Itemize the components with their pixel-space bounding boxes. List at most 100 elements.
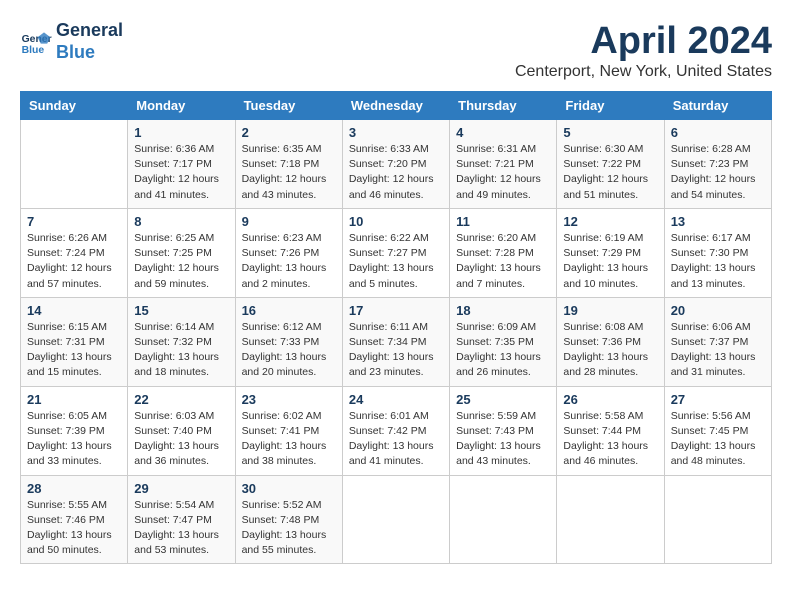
- calendar-week-row: 14 Sunrise: 6:15 AMSunset: 7:31 PMDayligh…: [21, 297, 772, 386]
- calendar-cell: 7Sunrise: 6:26 AMSunset: 7:24 PMDaylight…: [21, 208, 128, 297]
- day-info: Sunrise: 6:08 AMSunset: 7:36 PMDaylight:…: [563, 320, 657, 381]
- calendar-cell: 15 Sunrise: 6:14 AMSunset: 7:32 PMDayligh…: [128, 297, 235, 386]
- day-number: 15: [134, 303, 228, 318]
- day-info: Sunrise: 6:03 AMSunset: 7:40 PMDaylight:…: [134, 409, 228, 470]
- calendar-cell: 21 Sunrise: 6:05 AMSunset: 7:39 PMDayligh…: [21, 386, 128, 475]
- day-number: 3: [349, 125, 443, 140]
- svg-text:Blue: Blue: [22, 45, 45, 56]
- calendar-cell: 2 Sunrise: 6:35 AMSunset: 7:18 PMDaylight…: [235, 120, 342, 209]
- day-info: Sunrise: 6:11 AMSunset: 7:34 PMDaylight:…: [349, 320, 443, 381]
- day-number: 22: [134, 392, 228, 407]
- calendar-cell: 27Sunrise: 5:56 AMSunset: 7:45 PMDayligh…: [664, 386, 771, 475]
- day-number: 8: [134, 214, 228, 229]
- day-number: 1: [134, 125, 228, 140]
- header: General Blue General Blue April 2024 Cen…: [20, 20, 772, 81]
- weekday-header: Wednesday: [342, 92, 449, 120]
- day-number: 14: [27, 303, 121, 318]
- calendar-cell: 4Sunrise: 6:31 AMSunset: 7:21 PMDaylight…: [450, 120, 557, 209]
- calendar-cell: 11 Sunrise: 6:20 AMSunset: 7:28 PMDayligh…: [450, 208, 557, 297]
- day-info: Sunrise: 5:55 AMSunset: 7:46 PMDaylight:…: [27, 498, 121, 559]
- weekday-header: Friday: [557, 92, 664, 120]
- calendar-cell: 25 Sunrise: 5:59 AMSunset: 7:43 PMDayligh…: [450, 386, 557, 475]
- day-info: Sunrise: 6:01 AMSunset: 7:42 PMDaylight:…: [349, 409, 443, 470]
- day-info: Sunrise: 6:25 AMSunset: 7:25 PMDaylight:…: [134, 231, 228, 292]
- day-info: Sunrise: 6:35 AMSunset: 7:18 PMDaylight:…: [242, 142, 336, 203]
- weekday-header: Sunday: [21, 92, 128, 120]
- calendar-week-row: 28 Sunrise: 5:55 AMSunset: 7:46 PMDayligh…: [21, 475, 772, 564]
- day-number: 27: [671, 392, 765, 407]
- title-block: April 2024 Centerport, New York, United …: [515, 20, 772, 81]
- logo: General Blue General Blue: [20, 20, 123, 63]
- calendar-cell: 28 Sunrise: 5:55 AMSunset: 7:46 PMDayligh…: [21, 475, 128, 564]
- day-info: Sunrise: 6:09 AMSunset: 7:35 PMDaylight:…: [456, 320, 550, 381]
- calendar-cell: 23Sunrise: 6:02 AMSunset: 7:41 PMDayligh…: [235, 386, 342, 475]
- day-number: 20: [671, 303, 765, 318]
- calendar-cell: 14 Sunrise: 6:15 AMSunset: 7:31 PMDayligh…: [21, 297, 128, 386]
- logo-text: General Blue: [56, 20, 123, 63]
- location-title: Centerport, New York, United States: [515, 63, 772, 81]
- month-title: April 2024: [515, 20, 772, 63]
- calendar-cell: 5Sunrise: 6:30 AMSunset: 7:22 PMDaylight…: [557, 120, 664, 209]
- day-info: Sunrise: 6:14 AMSunset: 7:32 PMDaylight:…: [134, 320, 228, 381]
- weekday-header: Saturday: [664, 92, 771, 120]
- day-number: 29: [134, 481, 228, 496]
- day-info: Sunrise: 5:58 AMSunset: 7:44 PMDaylight:…: [563, 409, 657, 470]
- day-info: Sunrise: 5:52 AMSunset: 7:48 PMDaylight:…: [242, 498, 336, 559]
- weekday-header: Tuesday: [235, 92, 342, 120]
- day-info: Sunrise: 6:33 AMSunset: 7:20 PMDaylight:…: [349, 142, 443, 203]
- day-info: Sunrise: 5:54 AMSunset: 7:47 PMDaylight:…: [134, 498, 228, 559]
- day-number: 18: [456, 303, 550, 318]
- day-number: 5: [563, 125, 657, 140]
- day-info: Sunrise: 6:26 AMSunset: 7:24 PMDaylight:…: [27, 231, 121, 292]
- calendar-cell: 1 Sunrise: 6:36 AMSunset: 7:17 PMDaylight…: [128, 120, 235, 209]
- day-number: 16: [242, 303, 336, 318]
- day-number: 13: [671, 214, 765, 229]
- calendar-cell: 20Sunrise: 6:06 AMSunset: 7:37 PMDayligh…: [664, 297, 771, 386]
- day-info: Sunrise: 6:22 AMSunset: 7:27 PMDaylight:…: [349, 231, 443, 292]
- day-number: 12: [563, 214, 657, 229]
- day-info: Sunrise: 6:15 AMSunset: 7:31 PMDaylight:…: [27, 320, 121, 381]
- logo-icon: General Blue: [20, 26, 52, 58]
- calendar-table: SundayMondayTuesdayWednesdayThursdayFrid…: [20, 91, 772, 564]
- calendar-cell: 26 Sunrise: 5:58 AMSunset: 7:44 PMDayligh…: [557, 386, 664, 475]
- calendar-cell: 30 Sunrise: 5:52 AMSunset: 7:48 PMDayligh…: [235, 475, 342, 564]
- day-info: Sunrise: 5:59 AMSunset: 7:43 PMDaylight:…: [456, 409, 550, 470]
- calendar-cell: 13Sunrise: 6:17 AMSunset: 7:30 PMDayligh…: [664, 208, 771, 297]
- day-number: 2: [242, 125, 336, 140]
- day-number: 21: [27, 392, 121, 407]
- weekday-header-row: SundayMondayTuesdayWednesdayThursdayFrid…: [21, 92, 772, 120]
- calendar-cell: 3 Sunrise: 6:33 AMSunset: 7:20 PMDaylight…: [342, 120, 449, 209]
- day-info: Sunrise: 6:31 AMSunset: 7:21 PMDaylight:…: [456, 142, 550, 203]
- day-number: 9: [242, 214, 336, 229]
- day-number: 25: [456, 392, 550, 407]
- day-info: Sunrise: 6:20 AMSunset: 7:28 PMDaylight:…: [456, 231, 550, 292]
- day-info: Sunrise: 6:23 AMSunset: 7:26 PMDaylight:…: [242, 231, 336, 292]
- calendar-cell: 22 Sunrise: 6:03 AMSunset: 7:40 PMDayligh…: [128, 386, 235, 475]
- day-number: 24: [349, 392, 443, 407]
- calendar-cell: 8 Sunrise: 6:25 AMSunset: 7:25 PMDaylight…: [128, 208, 235, 297]
- calendar-cell: [450, 475, 557, 564]
- calendar-cell: 16 Sunrise: 6:12 AMSunset: 7:33 PMDayligh…: [235, 297, 342, 386]
- day-info: Sunrise: 6:05 AMSunset: 7:39 PMDaylight:…: [27, 409, 121, 470]
- calendar-cell: 19Sunrise: 6:08 AMSunset: 7:36 PMDayligh…: [557, 297, 664, 386]
- calendar-cell: [21, 120, 128, 209]
- calendar-cell: 18 Sunrise: 6:09 AMSunset: 7:35 PMDayligh…: [450, 297, 557, 386]
- day-info: Sunrise: 6:02 AMSunset: 7:41 PMDaylight:…: [242, 409, 336, 470]
- day-number: 26: [563, 392, 657, 407]
- day-number: 30: [242, 481, 336, 496]
- calendar-cell: 9 Sunrise: 6:23 AMSunset: 7:26 PMDaylight…: [235, 208, 342, 297]
- day-number: 11: [456, 214, 550, 229]
- calendar-cell: 6Sunrise: 6:28 AMSunset: 7:23 PMDaylight…: [664, 120, 771, 209]
- calendar-week-row: 1 Sunrise: 6:36 AMSunset: 7:17 PMDaylight…: [21, 120, 772, 209]
- calendar-cell: [342, 475, 449, 564]
- calendar-week-row: 21 Sunrise: 6:05 AMSunset: 7:39 PMDayligh…: [21, 386, 772, 475]
- calendar-cell: [664, 475, 771, 564]
- calendar-cell: 12 Sunrise: 6:19 AMSunset: 7:29 PMDayligh…: [557, 208, 664, 297]
- calendar-cell: 17 Sunrise: 6:11 AMSunset: 7:34 PMDayligh…: [342, 297, 449, 386]
- day-number: 17: [349, 303, 443, 318]
- day-info: Sunrise: 6:12 AMSunset: 7:33 PMDaylight:…: [242, 320, 336, 381]
- day-number: 28: [27, 481, 121, 496]
- day-info: Sunrise: 6:19 AMSunset: 7:29 PMDaylight:…: [563, 231, 657, 292]
- day-info: Sunrise: 6:28 AMSunset: 7:23 PMDaylight:…: [671, 142, 765, 203]
- day-info: Sunrise: 6:36 AMSunset: 7:17 PMDaylight:…: [134, 142, 228, 203]
